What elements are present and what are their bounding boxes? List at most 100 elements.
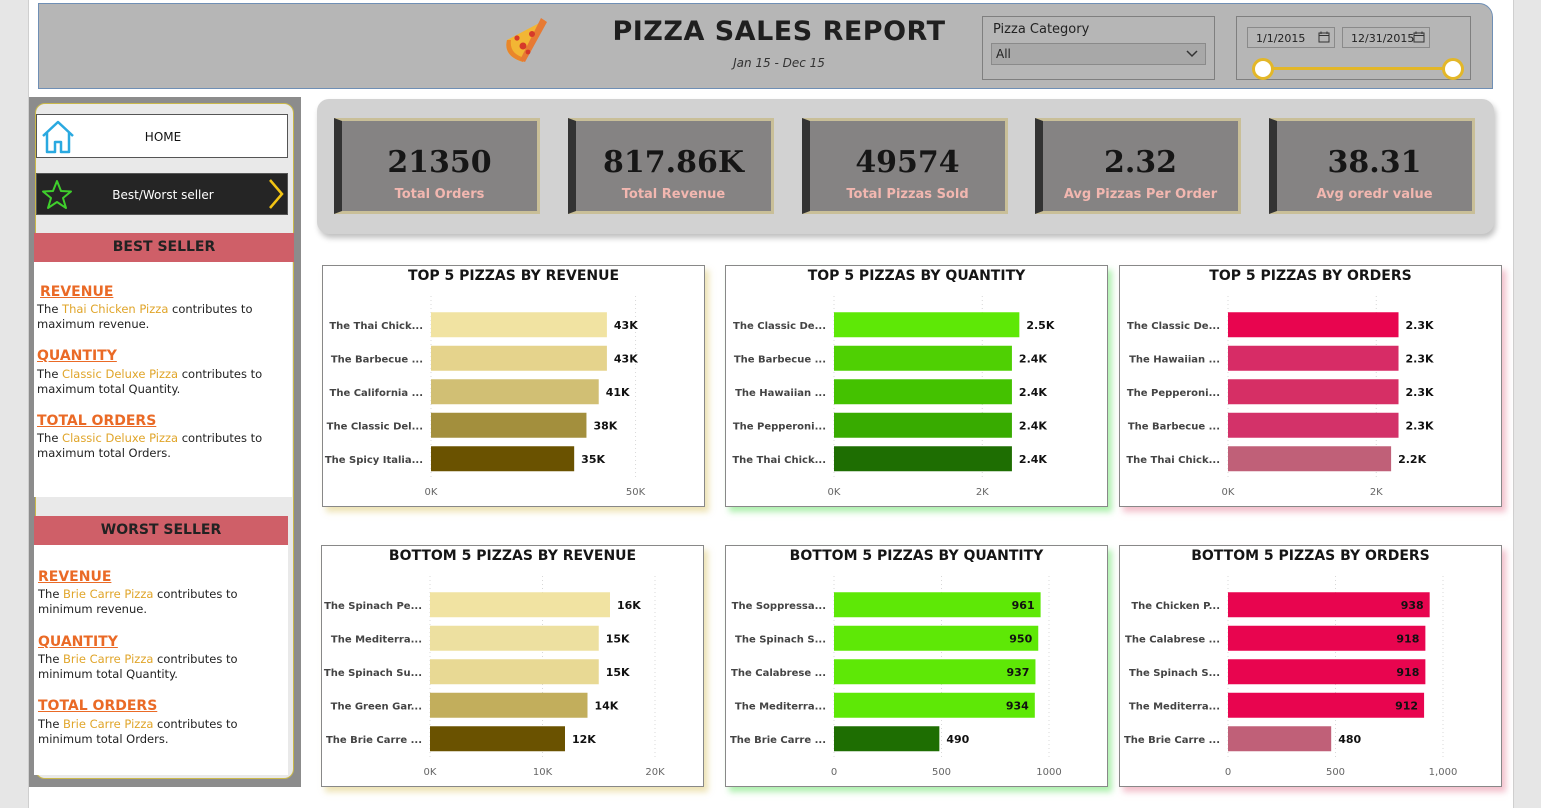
chevron-down-icon <box>1186 50 1198 58</box>
data-label: 937 <box>1006 666 1029 679</box>
bar[interactable] <box>431 379 599 405</box>
worst-quantity-pizza: Brie Carre Pizza <box>63 652 154 666</box>
date-slider-start-handle[interactable] <box>1252 58 1274 80</box>
bar[interactable] <box>430 726 565 752</box>
end-date-input[interactable]: 12/31/2015 <box>1342 27 1430 48</box>
data-label: 43K <box>614 352 638 365</box>
start-date-input[interactable]: 1/1/2015 <box>1247 27 1335 48</box>
home-button[interactable]: HOME <box>36 114 288 158</box>
date-slider-end-handle[interactable] <box>1442 58 1464 80</box>
data-label: 2.2K <box>1398 453 1426 466</box>
kpi-label: Total Revenue <box>621 187 726 202</box>
pizza-category-filter: Pizza Category All <box>982 16 1215 80</box>
worst-revenue-heading: REVENUE <box>38 569 112 585</box>
home-label: HOME <box>144 130 182 144</box>
best-quantity-pizza: Classic Deluxe Pizza <box>62 367 179 381</box>
data-label: 2.4K <box>1019 453 1047 466</box>
bar[interactable] <box>1228 412 1399 438</box>
bar[interactable] <box>834 345 1012 371</box>
x-tick-label: 50K <box>626 487 646 498</box>
bar[interactable] <box>431 446 575 472</box>
x-tick-label: 1,000 <box>1429 767 1458 778</box>
category-label: The Thai Chick... <box>732 455 826 466</box>
data-label: 2.3K <box>1406 352 1434 365</box>
best-orders-heading: TOTAL ORDERS <box>37 413 157 429</box>
x-tick-label: 500 <box>932 767 951 778</box>
x-tick-label: 1000 <box>1036 767 1061 778</box>
bar[interactable] <box>834 692 1035 718</box>
bar[interactable] <box>834 446 1012 472</box>
data-label: 16K <box>617 599 641 612</box>
bar[interactable] <box>834 312 1020 338</box>
data-label: 15K <box>606 666 630 679</box>
bar[interactable] <box>1228 312 1399 338</box>
bar[interactable] <box>431 412 587 438</box>
calendar-icon[interactable] <box>1318 31 1330 43</box>
bar[interactable] <box>1228 726 1332 752</box>
kpi-label: Total Pizzas Sold <box>846 187 969 202</box>
chart-bottom5-revenue: BOTTOM 5 PIZZAS BY REVENUE 0K 10K 20K The S… <box>321 545 704 787</box>
category-label: The Spinach Su... <box>324 668 422 679</box>
bar[interactable] <box>430 625 599 651</box>
pizza-category-value: All <box>996 47 1011 61</box>
x-tick-label: 0K <box>828 487 841 498</box>
category-label: The Pepperoni... <box>733 421 826 432</box>
data-label: 14K <box>595 699 619 712</box>
outer-margin-right <box>1514 0 1541 808</box>
chart-bottom5-orders: BOTTOM 5 PIZZAS BY ORDERS 0 500 1,000 The C… <box>1119 545 1502 787</box>
bar[interactable] <box>430 692 588 718</box>
x-tick-label: 0K <box>424 767 437 778</box>
kpi-value: 2.32 <box>1103 145 1178 180</box>
data-label: 490 <box>946 733 969 746</box>
data-label: 2.3K <box>1406 319 1434 332</box>
data-label: 918 <box>1396 632 1419 645</box>
bar[interactable] <box>430 659 599 685</box>
bar[interactable] <box>431 345 607 371</box>
date-slider-track[interactable] <box>1263 67 1453 70</box>
bar[interactable] <box>834 379 1012 405</box>
category-label: The Hawaiian ... <box>735 388 826 399</box>
data-label: 12K <box>572 733 596 746</box>
kpi-value: 817.86K <box>603 145 744 180</box>
bar[interactable] <box>1228 379 1399 405</box>
data-label: 934 <box>1006 699 1029 712</box>
category-label: The Classic De... <box>733 321 826 332</box>
best-worst-seller-button[interactable]: Best/Worst seller <box>36 173 288 215</box>
data-label: 961 <box>1012 599 1035 612</box>
category-label: The Pepperoni... <box>1127 388 1220 399</box>
report-header: PIZZA SALES REPORT Jan 15 - Dec 15 Pizza… <box>38 3 1493 89</box>
bar[interactable] <box>834 625 1039 651</box>
bar[interactable] <box>834 726 940 752</box>
bar[interactable] <box>1228 446 1392 472</box>
bar[interactable] <box>1228 345 1399 371</box>
category-label: The Mediterra... <box>331 634 422 645</box>
bar[interactable] <box>834 412 1012 438</box>
data-label: 2.3K <box>1406 386 1434 399</box>
bar[interactable] <box>431 312 607 338</box>
category-label: The Barbecue ... <box>734 354 826 365</box>
category-label: The Barbecue ... <box>1128 421 1220 432</box>
pizza-category-label: Pizza Category <box>993 22 1090 37</box>
data-label: 2.4K <box>1019 352 1047 365</box>
pizza-category-dropdown[interactable]: All <box>991 43 1206 65</box>
kpi-value: 38.31 <box>1327 145 1422 180</box>
data-label: 15K <box>606 632 630 645</box>
bar[interactable] <box>834 659 1036 685</box>
end-date-value: 12/31/2015 <box>1351 32 1415 45</box>
chart-plot: 0K 2K The Classic De... 2.3K The Hawaiian ..… <box>1126 296 1434 498</box>
bar[interactable] <box>834 592 1041 618</box>
data-label: 2.3K <box>1406 419 1434 432</box>
calendar-icon[interactable] <box>1413 31 1425 43</box>
data-label: 2.4K <box>1019 419 1047 432</box>
worst-quantity-text: The Brie Carre Pizza contributes to mini… <box>38 652 238 681</box>
kpi-card-total-pizzas-sold: 49574 Total Pizzas Sold <box>802 118 1008 214</box>
chart-plot: 0K 50K The Thai Chick... 43K The Barbecue ..… <box>325 296 646 498</box>
category-label: The Classic Del... <box>327 421 423 432</box>
bar[interactable] <box>430 592 610 618</box>
data-label: 938 <box>1401 599 1424 612</box>
data-label: 2.4K <box>1019 386 1047 399</box>
category-label: The Green Gar... <box>331 701 422 712</box>
bar[interactable] <box>1228 592 1430 618</box>
category-label: The Soppressa... <box>732 601 826 612</box>
x-tick-label: 0 <box>1225 767 1231 778</box>
